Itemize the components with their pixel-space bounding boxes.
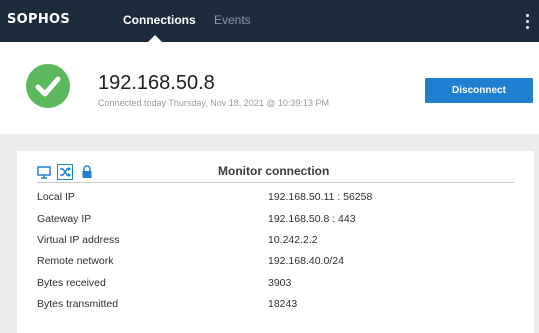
info-row: Local IP 192.168.50.11 : 56258: [37, 191, 514, 213]
panel-toolbar: [37, 164, 107, 180]
disconnect-button[interactable]: Disconnect: [425, 78, 533, 103]
panel-title: Monitor connection: [218, 164, 330, 178]
more-menu-icon[interactable]: [522, 12, 534, 30]
row-value: 192.168.40.0/24: [268, 255, 344, 267]
connection-ip: 192.168.50.8: [98, 72, 215, 94]
connected-check-icon: [26, 64, 70, 108]
tab-events[interactable]: Events: [214, 13, 251, 27]
monitor-panel: Monitor connection Local IP 192.168.50.1…: [17, 151, 534, 333]
row-value: 18243: [268, 298, 298, 310]
tab-connections[interactable]: Connections: [123, 13, 196, 27]
row-label: Local IP: [37, 191, 75, 203]
info-row: Virtual IP address 10.242.2.2: [37, 234, 514, 256]
row-label: Virtual IP address: [37, 234, 120, 246]
row-value: 3903: [268, 277, 292, 289]
lock-icon[interactable]: [81, 164, 93, 180]
row-label: Bytes transmitted: [37, 298, 119, 310]
row-value: 10.242.2.2: [268, 234, 318, 246]
info-row: Gateway IP 192.168.50.8 : 443: [37, 213, 514, 235]
row-label: Remote network: [37, 255, 114, 267]
panel-divider: [37, 182, 514, 183]
info-row: Remote network 192.168.40.0/24: [37, 255, 514, 277]
row-value: 192.168.50.11 : 56258: [268, 191, 373, 203]
active-tab-indicator: [148, 35, 162, 42]
row-label: Gateway IP: [37, 213, 92, 225]
sophos-logo: SOPHOS: [7, 12, 71, 27]
top-bar: SOPHOS Connections Events: [0, 0, 539, 42]
connected-timestamp: Connected today Thursday, Nov 18, 2021 @…: [98, 98, 329, 108]
info-row: Bytes transmitted 18243: [37, 298, 514, 320]
row-value: 192.168.50.8 : 443: [268, 213, 356, 225]
shuffle-icon[interactable]: [57, 164, 73, 180]
row-label: Bytes received: [37, 277, 106, 289]
monitor-icon[interactable]: [37, 164, 51, 180]
connection-header: 192.168.50.8 Connected today Thursday, N…: [0, 42, 539, 134]
info-row: Bytes received 3903: [37, 277, 514, 299]
